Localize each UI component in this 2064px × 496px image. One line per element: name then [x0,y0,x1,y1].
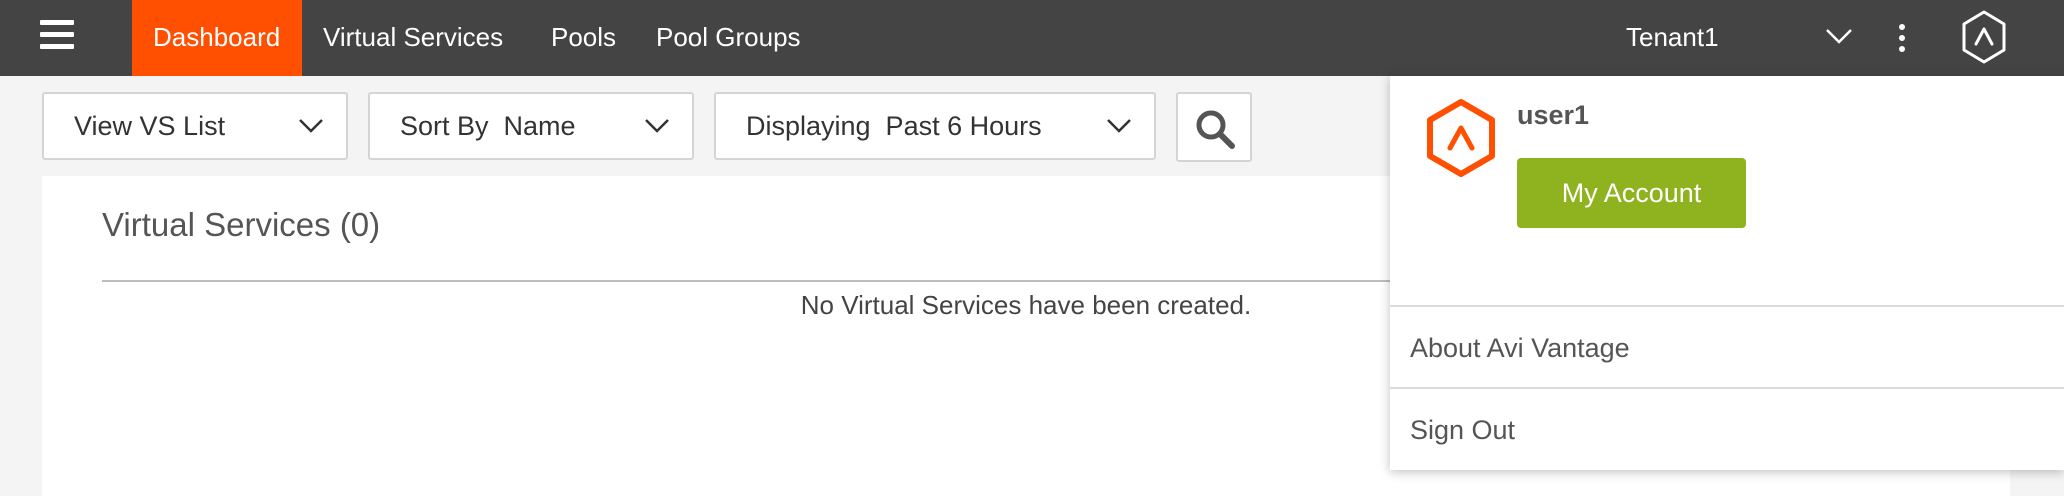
chevron-down-icon [1107,119,1131,133]
hamburger-menu-icon[interactable] [40,20,74,50]
search-icon [1196,110,1235,149]
tab-pools[interactable]: Pools [530,0,637,76]
time-select-label: Displaying Past 6 Hours [746,111,1042,141]
tab-virtual-services[interactable]: Virtual Services [302,0,524,76]
user-logo-icon [1427,99,1495,177]
more-options-icon[interactable] [1890,20,1914,56]
divider [1390,305,2064,307]
divider [1390,387,2064,389]
sort-by-select[interactable]: Sort By Name [368,92,694,160]
page-title: Virtual Services (0) [102,206,381,243]
top-nav-bar: Dashboard Virtual Services Pools Pool Gr… [0,0,2064,76]
user-avatar-logo-icon[interactable] [1960,8,2008,66]
chevron-down-icon [645,119,669,133]
sort-select-label: Sort By Name [400,111,576,141]
chevron-down-icon[interactable] [1824,24,1854,48]
view-select-label: View VS List [74,111,226,141]
my-account-button[interactable]: My Account [1517,158,1746,228]
search-button[interactable] [1176,92,1252,162]
sign-out-menu-item[interactable]: Sign Out [1410,412,1515,448]
time-range-select[interactable]: Displaying Past 6 Hours [714,92,1156,160]
tab-dashboard[interactable]: Dashboard [132,0,302,76]
username-label: user1 [1517,100,1590,130]
tab-pool-groups[interactable]: Pool Groups [635,0,822,76]
user-dropdown-menu: user1 My Account About Avi Vantage Sign … [1390,76,2064,470]
chevron-down-icon [299,119,323,133]
tenant-selector-label[interactable]: Tenant1 [1626,0,1719,76]
about-avi-vantage-menu-item[interactable]: About Avi Vantage [1410,330,1630,366]
view-vs-list-select[interactable]: View VS List [42,92,348,160]
